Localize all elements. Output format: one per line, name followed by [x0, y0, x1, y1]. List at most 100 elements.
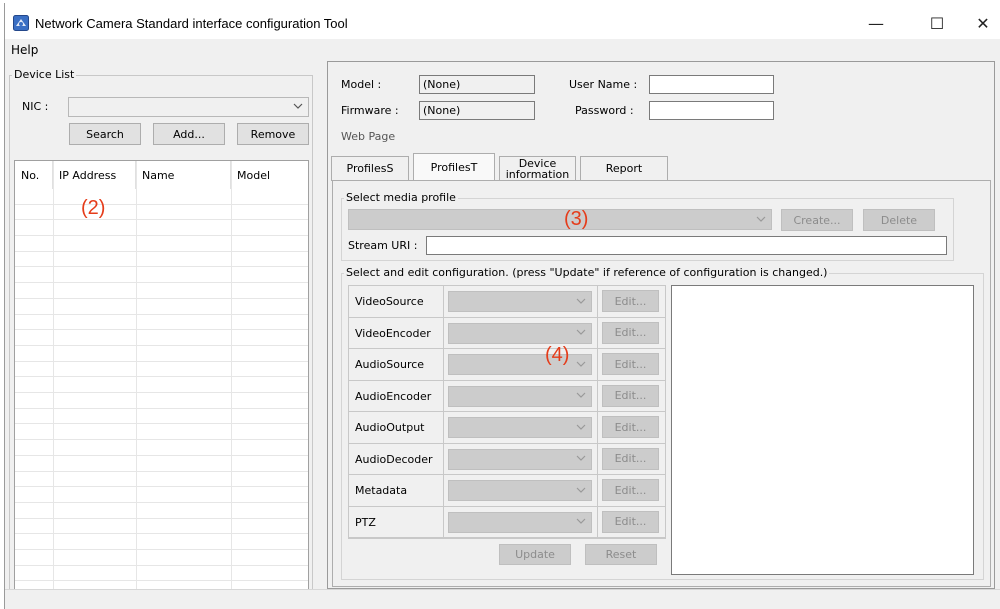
edit-button[interactable]: Edit...	[602, 353, 659, 375]
user-name-input[interactable]	[649, 75, 774, 94]
config-select[interactable]	[448, 448, 592, 470]
config-row-audiooutput: AudioOutput Edit...	[349, 412, 665, 444]
config-select[interactable]	[448, 385, 592, 407]
column-header-model[interactable]: Model	[231, 161, 308, 189]
column-header-no[interactable]: No.	[15, 161, 53, 189]
chevron-down-icon	[576, 486, 586, 496]
table-row[interactable]	[15, 315, 308, 331]
column-header-ip-address[interactable]: IP Address	[53, 161, 136, 189]
config-column-divider	[443, 349, 444, 380]
config-column-divider	[597, 317, 598, 348]
tab-report[interactable]: Report	[580, 156, 668, 181]
table-row[interactable]	[15, 189, 308, 205]
password-input[interactable]	[649, 101, 774, 120]
configuration-detail-box[interactable]	[671, 285, 974, 575]
table-column-divider	[53, 161, 54, 594]
config-column-divider	[597, 412, 598, 443]
table-row[interactable]	[15, 283, 308, 299]
table-row[interactable]	[15, 440, 308, 456]
web-page-link[interactable]: Web Page	[341, 130, 395, 143]
maximize-button[interactable]: ☐	[917, 11, 957, 35]
configuration-legend: Select and edit configuration. (press "U…	[344, 266, 830, 279]
table-row[interactable]	[15, 220, 308, 237]
firmware-field: (None)	[419, 101, 535, 120]
add-button[interactable]: Add...	[153, 123, 225, 145]
nic-label: NIC :	[22, 100, 49, 113]
column-header-name[interactable]: Name	[136, 161, 231, 189]
tab-device-information[interactable]: Device information	[499, 156, 576, 181]
remove-button[interactable]: Remove	[237, 123, 309, 145]
media-profile-select[interactable]	[348, 209, 772, 230]
table-row[interactable]	[15, 487, 308, 503]
table-row[interactable]	[15, 362, 308, 378]
config-row-metadata: Metadata Edit...	[349, 475, 665, 507]
edit-button[interactable]: Edit...	[602, 510, 659, 533]
table-row[interactable]	[15, 472, 308, 488]
config-select[interactable]	[448, 511, 592, 533]
config-select[interactable]	[448, 480, 592, 501]
device-list-group: Device List NIC : Search Add... Remove N…	[9, 68, 313, 609]
menu-item-help[interactable]: Help	[11, 43, 38, 57]
media-profile-legend: Select media profile	[344, 191, 458, 204]
config-select[interactable]	[448, 322, 592, 344]
config-column-divider	[597, 286, 598, 317]
app-window: Network Camera Standard interface config…	[4, 3, 1000, 609]
chevron-down-icon	[576, 391, 586, 401]
table-row[interactable]	[15, 425, 308, 441]
table-row[interactable]	[15, 330, 308, 346]
config-row-audiodecoder: AudioDecoder Edit...	[349, 443, 665, 475]
config-column-divider	[443, 286, 444, 317]
edit-button[interactable]: Edit...	[602, 447, 659, 470]
table-row[interactable]	[15, 252, 308, 268]
config-column-divider	[597, 475, 598, 506]
annotation-3: (3)	[564, 208, 589, 230]
config-select[interactable]	[448, 291, 592, 312]
table-row[interactable]	[15, 268, 308, 284]
edit-button[interactable]: Edit...	[602, 290, 659, 312]
config-row-label: Metadata	[355, 484, 408, 497]
table-row[interactable]	[15, 393, 308, 409]
edit-button[interactable]: Edit...	[602, 384, 659, 407]
tab-profiles-s[interactable]: ProfilesS	[331, 156, 409, 181]
table-row[interactable]	[15, 566, 308, 582]
table-row[interactable]	[15, 236, 308, 252]
window-title: Network Camera Standard interface config…	[35, 16, 348, 31]
nic-select[interactable]	[68, 97, 309, 117]
config-row-audioencoder: AudioEncoder Edit...	[349, 380, 665, 412]
config-select[interactable]	[448, 354, 592, 375]
stream-uri-field[interactable]	[426, 236, 947, 255]
table-row[interactable]	[15, 409, 308, 425]
config-row-label: AudioOutput	[355, 421, 425, 434]
table-row[interactable]	[15, 550, 308, 566]
chevron-down-icon	[576, 517, 586, 527]
device-table[interactable]: No. IP Address Name Model (2)	[14, 160, 309, 595]
table-row[interactable]	[15, 503, 308, 519]
edit-button[interactable]: Edit...	[602, 321, 659, 344]
table-row[interactable]	[15, 519, 308, 535]
user-name-label: User Name :	[569, 78, 638, 91]
table-row[interactable]	[15, 346, 308, 362]
chevron-down-icon	[576, 328, 586, 338]
edit-button[interactable]: Edit...	[602, 479, 659, 501]
model-field: (None)	[419, 75, 535, 94]
reset-button[interactable]: Reset	[585, 544, 657, 565]
annotation-2: (2)	[81, 197, 106, 219]
delete-profile-button[interactable]: Delete	[863, 209, 935, 231]
chevron-down-icon	[576, 297, 586, 307]
create-profile-button[interactable]: Create...	[781, 209, 853, 231]
chevron-down-icon	[756, 215, 766, 225]
search-button[interactable]: Search	[69, 123, 141, 145]
config-column-divider	[443, 380, 444, 411]
edit-button[interactable]: Edit...	[602, 416, 659, 438]
minimize-button[interactable]: —	[856, 11, 896, 35]
table-row[interactable]	[15, 534, 308, 551]
table-row[interactable]	[15, 456, 308, 472]
close-button[interactable]: ✕	[963, 11, 1000, 35]
update-button[interactable]: Update	[499, 544, 571, 565]
table-row[interactable]	[15, 299, 308, 315]
tab-profiles-t[interactable]: ProfilesT	[413, 153, 495, 181]
config-column-divider	[597, 349, 598, 380]
config-select[interactable]	[448, 417, 592, 438]
table-row[interactable]	[15, 377, 308, 394]
table-row[interactable]	[15, 205, 308, 221]
